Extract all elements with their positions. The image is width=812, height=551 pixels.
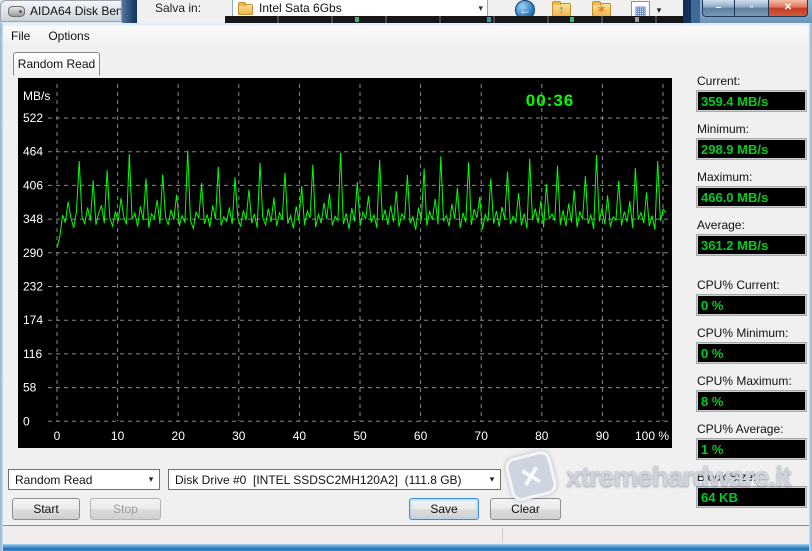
background-window-edge-light	[691, 0, 700, 23]
stat-current-value: 359.4 MB/s	[696, 90, 807, 112]
up-folder-icon[interactable]: ↑	[552, 1, 571, 17]
start-button[interactable]: Start	[12, 498, 80, 520]
thumbnail-fleck	[570, 17, 574, 22]
svg-text:20: 20	[172, 429, 186, 443]
stat-average-value: 361.2 MB/s	[696, 234, 807, 256]
save-dialog-fragment: Salva in: Intel Sata 6Gbs ▾ ← ↑ ✶ ▦ ▾	[137, 0, 683, 23]
stat-cpu-current: CPU% Current: 0 %	[696, 278, 807, 316]
menu-bar: File Options	[3, 26, 809, 45]
screenshot-root: AIDA64 Disk Bench Salva in: Intel Sata 6…	[0, 0, 812, 551]
save-button[interactable]: Save	[409, 498, 479, 520]
svg-text:10: 10	[111, 429, 125, 443]
svg-text:80: 80	[535, 429, 549, 443]
svg-text:100 %: 100 %	[635, 429, 669, 443]
chevron-down-icon: ▾	[148, 474, 154, 484]
svg-text:MB/s: MB/s	[23, 89, 50, 103]
new-folder-icon[interactable]: ✶	[592, 1, 611, 17]
stat-block-size: Block Size: 64 KB	[696, 470, 807, 508]
new-folder-star-icon: ✶	[596, 3, 607, 16]
drive-value: Disk Drive #0 [INTEL SSDSC2MH120A2] (111…	[175, 472, 462, 487]
background-window-edge	[122, 0, 137, 23]
svg-text:174: 174	[23, 313, 43, 327]
benchmark-chart: 522 464 406 348 290 232 174 116 58 0 MB/s 0 10 20 30 40…	[18, 78, 672, 448]
background-windows-strip: AIDA64 Disk Bench Salva in: Intel Sata 6…	[0, 0, 812, 23]
file-list-thumbnails	[225, 16, 683, 23]
disk-drive-icon	[8, 5, 25, 17]
stat-cpu-average-value: 1 %	[696, 438, 807, 460]
svg-text:00:36: 00:36	[526, 91, 574, 110]
window-border-bottom	[0, 544, 812, 551]
window-border-left	[0, 23, 3, 551]
thumbnail-fleck	[487, 17, 491, 22]
stat-cpu-maximum-value: 8 %	[696, 390, 807, 412]
stat-maximum-value: 466.0 MB/s	[696, 186, 807, 208]
stat-cpu-average: CPU% Average: 1 %	[696, 422, 807, 460]
svg-text:522: 522	[23, 111, 43, 125]
stat-block-size-value: 64 KB	[696, 486, 807, 508]
svg-text:0: 0	[23, 414, 30, 428]
svg-text:50: 50	[353, 429, 367, 443]
chevron-down-icon: ▾	[489, 474, 495, 484]
tab-label: Random Read	[17, 57, 96, 71]
maximize-button[interactable]: ▫	[735, 0, 768, 17]
svg-text:30: 30	[232, 429, 246, 443]
status-bar-separator	[502, 528, 503, 543]
svg-text:464: 464	[23, 145, 43, 159]
stat-average: Average: 361.2 MB/s	[696, 218, 807, 256]
svg-text:406: 406	[23, 178, 43, 192]
background-window-title: AIDA64 Disk Bench	[30, 4, 121, 18]
stat-maximum: Maximum: 466.0 MB/s	[696, 170, 807, 208]
save-in-label: Salva in:	[155, 1, 202, 15]
window-controls: – ▫ ✕	[702, 0, 808, 17]
folder-icon	[238, 1, 253, 15]
stat-minimum: Minimum: 298.9 MB/s	[696, 122, 807, 160]
background-window-edge-dark	[683, 0, 691, 23]
test-type-select[interactable]: Random Read ▾	[8, 469, 160, 490]
svg-text:58: 58	[23, 381, 37, 395]
svg-text:232: 232	[23, 280, 43, 294]
views-chevron-down-icon[interactable]: ▾	[654, 5, 664, 16]
stat-current: Current: 359.4 MB/s	[696, 74, 807, 112]
minimize-button[interactable]: –	[702, 0, 735, 17]
background-window-titlebar: AIDA64 Disk Bench	[0, 0, 122, 22]
stop-button[interactable]: Stop	[90, 498, 161, 520]
tab-random-read[interactable]: Random Read	[13, 52, 100, 76]
test-type-value: Random Read	[15, 472, 93, 487]
svg-text:348: 348	[23, 212, 43, 226]
svg-text:0: 0	[54, 429, 61, 443]
clear-button[interactable]: Clear	[490, 498, 561, 520]
chevron-down-icon[interactable]: ▾	[478, 3, 483, 14]
status-bar	[3, 525, 809, 544]
close-button[interactable]: ✕	[768, 0, 808, 17]
svg-text:290: 290	[23, 246, 43, 260]
svg-text:40: 40	[293, 429, 307, 443]
thumbnail-fleck	[355, 17, 359, 22]
svg-text:60: 60	[414, 429, 428, 443]
stat-cpu-current-value: 0 %	[696, 294, 807, 316]
window-controls-area: – ▫ ✕	[700, 0, 812, 23]
stat-minimum-value: 298.9 MB/s	[696, 138, 807, 160]
drive-select[interactable]: Disk Drive #0 [INTEL SSDSC2MH120A2] (111…	[168, 469, 501, 490]
svg-text:90: 90	[596, 429, 610, 443]
stat-cpu-minimum-value: 0 %	[696, 342, 807, 364]
up-arrow-icon: ↑	[558, 3, 565, 16]
menu-options[interactable]: Options	[39, 27, 98, 45]
menu-file[interactable]: File	[3, 27, 39, 45]
svg-text:116: 116	[23, 347, 42, 361]
aida64-disk-benchmark-window: File Options Random Read 522 464 406 348 290…	[0, 23, 812, 551]
svg-text:70: 70	[475, 429, 489, 443]
stat-cpu-maximum: CPU% Maximum: 8 %	[696, 374, 807, 412]
window-border-top	[0, 23, 812, 25]
thumbnail-fleck	[635, 17, 639, 22]
stat-cpu-minimum: CPU% Minimum: 0 %	[696, 326, 807, 364]
save-location-value: Intel Sata 6Gbs	[259, 1, 342, 15]
